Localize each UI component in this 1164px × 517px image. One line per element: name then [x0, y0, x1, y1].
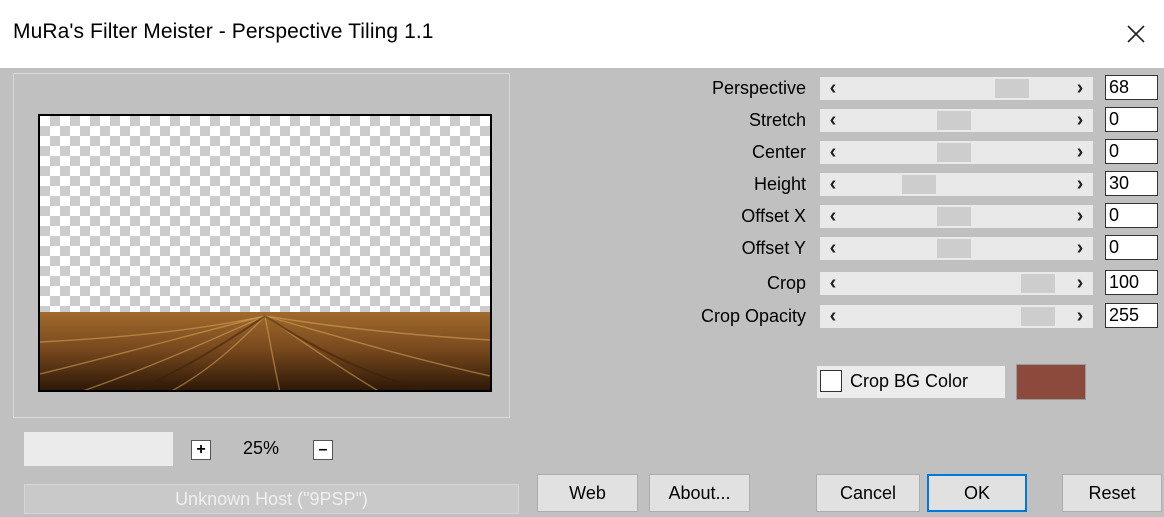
slider-track[interactable]: ‹ ›	[820, 305, 1093, 328]
value-field[interactable]: 0	[1105, 235, 1158, 260]
dialog-client: Perspective ‹ › 68 Stretch ‹ › 0 Center …	[0, 68, 1164, 517]
crop-bg-color-checkbox-group[interactable]: Crop BG Color	[817, 366, 1005, 398]
scroll-right-arrow-icon[interactable]: ›	[1067, 173, 1093, 196]
slider-row-offset-x: Offset X ‹ › 0	[600, 202, 1162, 232]
slider-label: Perspective	[711, 78, 806, 98]
zoom-in-button[interactable]: +	[191, 440, 211, 460]
slider-label: Crop	[766, 273, 806, 293]
slider-thumb[interactable]	[937, 111, 971, 130]
slider-thumb[interactable]	[937, 143, 971, 162]
scroll-left-arrow-icon[interactable]: ‹	[820, 305, 846, 328]
scroll-left-arrow-icon[interactable]: ‹	[820, 173, 846, 196]
web-button[interactable]: Web	[537, 474, 638, 512]
slider-label: Crop Opacity	[700, 306, 806, 326]
crop-bg-color-label: Crop BG Color	[850, 371, 969, 391]
slider-track[interactable]: ‹ ›	[820, 141, 1093, 164]
ok-button-label: OK	[963, 482, 990, 503]
blank-status-field	[24, 432, 173, 466]
close-button[interactable]	[1108, 6, 1164, 62]
about-button-label: About...	[668, 482, 731, 503]
slider-row-height: Height ‹ › 30	[600, 170, 1162, 200]
value-field[interactable]: 255	[1105, 303, 1158, 328]
scroll-right-arrow-icon[interactable]: ›	[1067, 141, 1093, 164]
slider-thumb[interactable]	[995, 79, 1029, 98]
cancel-button-label: Cancel	[839, 482, 897, 503]
value-field[interactable]: 0	[1105, 107, 1158, 132]
reset-button-label: Reset	[1088, 482, 1136, 503]
scroll-right-arrow-icon[interactable]: ›	[1067, 77, 1093, 100]
value-field[interactable]: 100	[1105, 270, 1158, 295]
slider-label: Stretch	[748, 110, 806, 130]
slider-row-stretch: Stretch ‹ › 0	[600, 106, 1162, 136]
scroll-left-arrow-icon[interactable]: ‹	[820, 205, 846, 228]
scroll-right-arrow-icon[interactable]: ›	[1067, 237, 1093, 260]
transparency-checkerboard	[40, 116, 490, 312]
scroll-right-arrow-icon[interactable]: ›	[1067, 109, 1093, 132]
slider-track[interactable]: ‹ ›	[820, 237, 1093, 260]
slider-row-offset-y: Offset Y ‹ › 0	[600, 234, 1162, 264]
value-field[interactable]: 30	[1105, 171, 1158, 196]
zoom-level: 25%	[243, 438, 280, 458]
scroll-right-arrow-icon[interactable]: ›	[1067, 272, 1093, 295]
slider-thumb[interactable]	[937, 239, 971, 258]
slider-track[interactable]: ‹ ›	[820, 77, 1093, 100]
slider-row-crop-opacity: Crop Opacity ‹ › 255	[600, 302, 1162, 332]
scroll-left-arrow-icon[interactable]: ‹	[820, 272, 846, 295]
slider-thumb[interactable]	[902, 175, 936, 194]
host-info-field: Unknown Host ("9PSP")	[24, 484, 519, 514]
crop-bg-color-swatch[interactable]	[1016, 364, 1086, 400]
zoom-out-button[interactable]: –	[313, 440, 333, 460]
slider-label: Offset Y	[741, 238, 806, 258]
close-icon	[1127, 25, 1145, 43]
scroll-right-arrow-icon[interactable]: ›	[1067, 205, 1093, 228]
scroll-left-arrow-icon[interactable]: ‹	[820, 237, 846, 260]
slider-label: Height	[753, 174, 806, 194]
slider-thumb[interactable]	[1021, 274, 1055, 293]
perspective-floor-preview	[40, 312, 490, 390]
reset-button[interactable]: Reset	[1062, 474, 1162, 512]
slider-label: Offset X	[741, 206, 806, 226]
slider-row-crop: Crop ‹ › 100	[600, 269, 1162, 299]
slider-row-center: Center ‹ › 0	[600, 138, 1162, 168]
ok-button[interactable]: OK	[927, 474, 1027, 512]
title-bar: MuRa's Filter Meister - Perspective Tili…	[0, 0, 1164, 68]
slider-track[interactable]: ‹ ›	[820, 272, 1093, 295]
value-field[interactable]: 0	[1105, 139, 1158, 164]
slider-thumb[interactable]	[937, 207, 971, 226]
value-field[interactable]: 0	[1105, 203, 1158, 228]
preview-image[interactable]	[38, 114, 492, 392]
slider-track[interactable]: ‹ ›	[820, 109, 1093, 132]
slider-track[interactable]: ‹ ›	[820, 173, 1093, 196]
slider-row-perspective: Perspective ‹ › 68	[600, 74, 1162, 104]
slider-track[interactable]: ‹ ›	[820, 205, 1093, 228]
scroll-left-arrow-icon[interactable]: ‹	[820, 141, 846, 164]
crop-bg-color-checkbox[interactable]	[820, 370, 842, 392]
value-field[interactable]: 68	[1105, 75, 1158, 100]
slider-thumb[interactable]	[1021, 307, 1055, 326]
scroll-right-arrow-icon[interactable]: ›	[1067, 305, 1093, 328]
slider-label: Center	[751, 142, 806, 162]
cancel-button[interactable]: Cancel	[816, 474, 920, 512]
window-title: MuRa's Filter Meister - Perspective Tili…	[13, 20, 434, 43]
scroll-left-arrow-icon[interactable]: ‹	[820, 77, 846, 100]
about-button[interactable]: About...	[649, 474, 750, 512]
web-button-label: Web	[569, 482, 606, 503]
scroll-left-arrow-icon[interactable]: ‹	[820, 109, 846, 132]
